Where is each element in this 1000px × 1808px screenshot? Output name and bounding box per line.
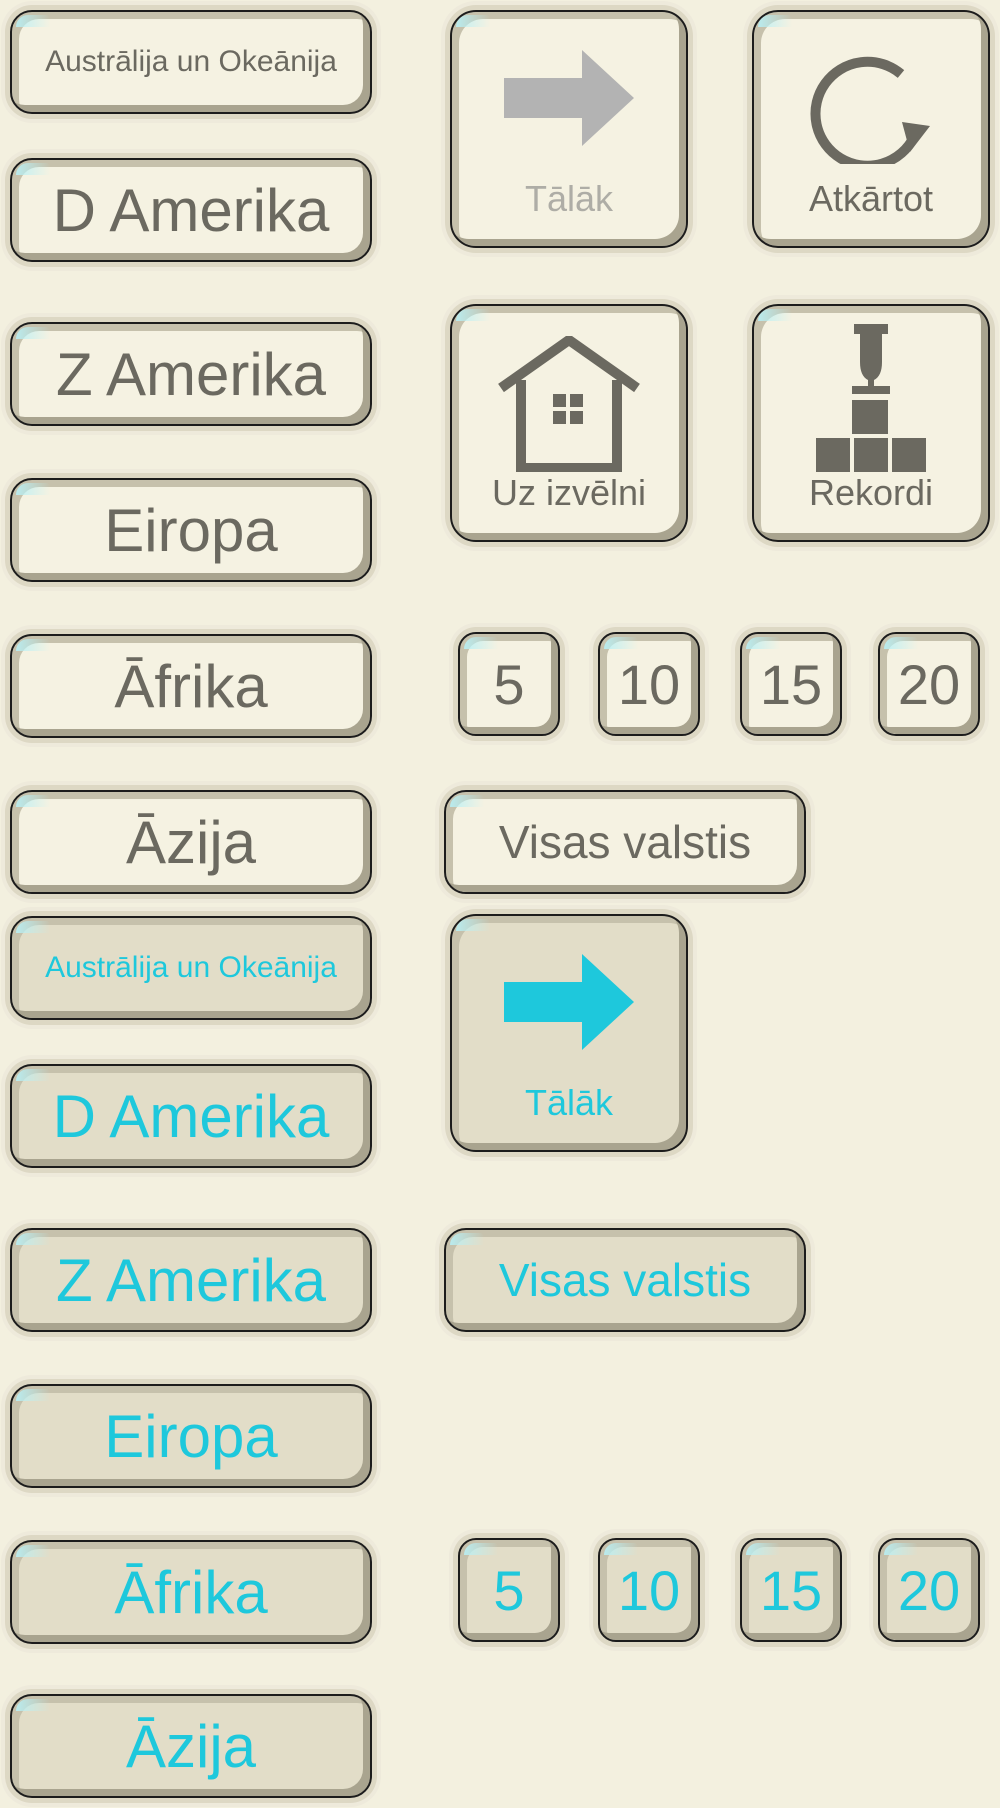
region-label: Eiropa [104, 1402, 278, 1470]
region-label: Austrālija un Okeānija [45, 951, 337, 984]
region-button-south-america-active[interactable]: D Amerika [10, 1064, 372, 1168]
next-button-disabled[interactable]: Tālāk [450, 10, 688, 248]
count-button-10-active[interactable]: 10 [598, 1538, 700, 1642]
region-button-europe-active[interactable]: Eiropa [10, 1384, 372, 1488]
count-label: 15 [759, 652, 823, 716]
count-label: 5 [493, 652, 525, 716]
count-button-5[interactable]: 5 [458, 632, 560, 736]
records-label: Rekordi [808, 472, 934, 513]
count-label: 15 [759, 1558, 823, 1622]
region-label: Z Amerika [55, 340, 327, 408]
region-label: Āfrika [114, 1558, 268, 1626]
region-button-asia[interactable]: Āzija [10, 790, 372, 894]
arrow-right-icon [452, 50, 686, 146]
all-countries-label: Visas valstis [498, 1254, 752, 1306]
region-label: Eiropa [104, 496, 278, 564]
count-label: 20 [897, 1558, 961, 1622]
region-button-australia-active[interactable]: Austrālija un Okeānija [10, 916, 372, 1020]
count-label: 20 [897, 652, 961, 716]
menu-button[interactable]: Uz izvēlni [450, 304, 688, 542]
region-label: Āzija [125, 1712, 257, 1780]
count-button-20[interactable]: 20 [878, 632, 980, 736]
arrow-right-icon [452, 954, 686, 1050]
retry-button[interactable]: Atkārtot [752, 10, 990, 248]
region-label: Austrālija un Okeānija [45, 45, 337, 78]
refresh-icon [754, 42, 988, 164]
region-label: D Amerika [52, 176, 330, 244]
region-button-south-america[interactable]: D Amerika [10, 158, 372, 262]
region-label: Z Amerika [55, 1246, 327, 1314]
region-label: Āzija [125, 808, 257, 876]
next-label: Tālāk [524, 1082, 614, 1123]
next-label: Tālāk [524, 178, 614, 219]
all-countries-button-active[interactable]: Visas valstis [444, 1228, 806, 1332]
count-label: 10 [617, 1558, 681, 1622]
retry-label: Atkārtot [808, 178, 934, 219]
menu-label: Uz izvēlni [491, 472, 647, 513]
region-label: D Amerika [52, 1082, 330, 1150]
home-icon [452, 336, 686, 472]
region-button-north-america[interactable]: Z Amerika [10, 322, 372, 426]
count-button-15[interactable]: 15 [740, 632, 842, 736]
all-countries-label: Visas valstis [498, 816, 752, 868]
region-button-africa[interactable]: Āfrika [10, 634, 372, 738]
count-label: 10 [617, 652, 681, 716]
trophy-icon [754, 324, 988, 474]
next-button-active[interactable]: Tālāk [450, 914, 688, 1152]
records-button[interactable]: Rekordi [752, 304, 990, 542]
region-button-asia-active[interactable]: Āzija [10, 1694, 372, 1798]
region-button-africa-active[interactable]: Āfrika [10, 1540, 372, 1644]
region-button-north-america-active[interactable]: Z Amerika [10, 1228, 372, 1332]
count-button-5-active[interactable]: 5 [458, 1538, 560, 1642]
count-button-20-active[interactable]: 20 [878, 1538, 980, 1642]
region-label: Āfrika [114, 652, 268, 720]
all-countries-button[interactable]: Visas valstis [444, 790, 806, 894]
region-button-australia[interactable]: Austrālija un Okeānija [10, 10, 372, 114]
count-button-10[interactable]: 10 [598, 632, 700, 736]
count-button-15-active[interactable]: 15 [740, 1538, 842, 1642]
region-button-europe[interactable]: Eiropa [10, 478, 372, 582]
count-label: 5 [493, 1558, 525, 1622]
